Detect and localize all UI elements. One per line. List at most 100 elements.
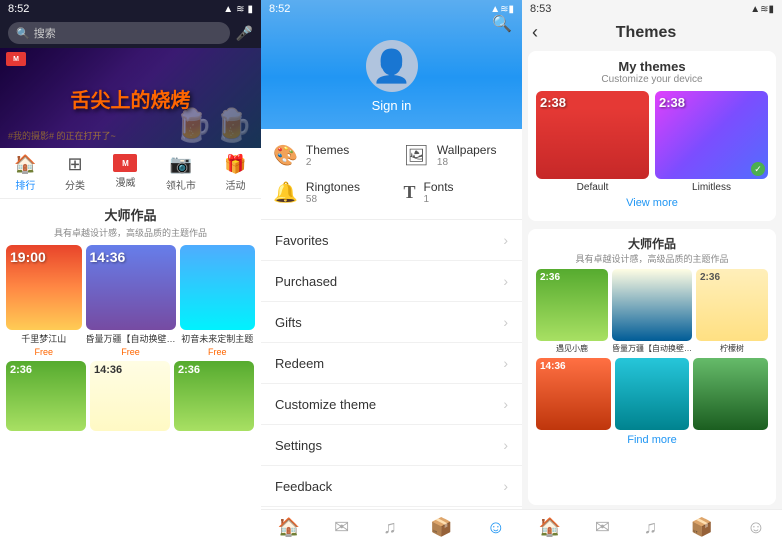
p2-wallpapers-count: 18	[437, 157, 497, 168]
p2-fonts-text: Fonts 1	[424, 180, 454, 205]
p3-header: ‹ Themes	[522, 18, 782, 47]
p2-feedback-arrow: ›	[503, 478, 508, 494]
p1-battery-icon: ▮	[247, 4, 253, 15]
p1-themes-grid2: 2:36 14:36 2:36	[0, 357, 261, 435]
p3-time: 8:53	[530, 3, 551, 15]
p3-master-time-3: 14:36	[540, 361, 566, 372]
p1-marvel-icon: M	[113, 154, 137, 172]
p1-theme-img-1: 14:36	[86, 245, 176, 330]
p1-theme-img-0: 19:00	[6, 245, 82, 330]
p2-purchased-label: Purchased	[275, 274, 337, 289]
p2-ringtones-item[interactable]: 🔔 Ringtones 58	[261, 174, 392, 211]
p1-ranking-icon: 🏠	[14, 154, 36, 175]
p1-store-icon: 📷	[170, 154, 192, 175]
p1-nav-activity[interactable]: 🎁 活动	[224, 154, 246, 192]
p2-menu-settings[interactable]: Settings ›	[261, 425, 522, 466]
p3-mythemes-section: My themes Customize your device 2:38 Def…	[528, 51, 776, 221]
p3-master-card-1[interactable]: 昏量万疆【自动换壁…	[612, 269, 692, 354]
p3-default-time: 2:38	[540, 95, 566, 110]
p2-menu-purchased[interactable]: Purchased ›	[261, 261, 522, 302]
panel-3: 8:53 ▲≋▮ ‹ Themes My themes Customize yo…	[522, 0, 782, 545]
p2-nav-home-icon[interactable]: 🏠	[278, 517, 300, 538]
p1-banner[interactable]: 舌尖上的烧烤 #我的摄影# 的正在打开了~ 🍺🍺 M	[0, 48, 261, 148]
p3-master-preview-5	[693, 358, 768, 430]
p1-nav-store[interactable]: 📷 领礼市	[166, 154, 196, 192]
p1-theme-card-0[interactable]: 19:00 千里梦江山 Free	[6, 245, 82, 357]
p2-customize-arrow: ›	[503, 396, 508, 412]
p3-nav-profile-icon[interactable]: ☺	[747, 517, 765, 538]
p1-mic-icon[interactable]: 🎤	[236, 25, 253, 42]
p2-avatar: 👤	[366, 40, 418, 92]
p3-limitless-name: Limitless	[692, 182, 731, 193]
p2-signin-button[interactable]: Sign in	[372, 98, 412, 113]
p1-nav-ranking[interactable]: 🏠 排行	[14, 154, 36, 192]
p2-wallpapers-item[interactable]: 🖼 Wallpapers 18	[392, 137, 523, 174]
p1-theme-time-1: 14:36	[90, 249, 126, 265]
p2-menu-gifts[interactable]: Gifts ›	[261, 302, 522, 343]
p3-master-card-2[interactable]: 2:36 柠檬树	[696, 269, 768, 354]
p1-theme-card-1[interactable]: 14:36 昏量万疆【自动换壁… Free	[86, 245, 176, 357]
p3-master-card-5[interactable]	[693, 358, 768, 430]
p2-wallpapers-icon: 🖼	[404, 143, 429, 168]
p2-status-icons: ▲≋▮	[490, 4, 514, 15]
p2-header: 8:52 ▲≋▮ 🔍 👤 Sign in	[261, 0, 522, 129]
p2-menu-favorites[interactable]: Favorites ›	[261, 220, 522, 261]
p1-store-label: 领礼市	[166, 177, 196, 192]
p2-menu-redeem[interactable]: Redeem ›	[261, 343, 522, 384]
panel-2: 8:52 ▲≋▮ 🔍 👤 Sign in 🎨 Themes 2 🖼 Wallpa…	[261, 0, 522, 545]
p2-themes-item[interactable]: 🎨 Themes 2	[261, 137, 392, 174]
p1-theme-time-0: 19:00	[10, 249, 46, 265]
p1-search-input[interactable]: 🔍 搜索	[8, 22, 230, 44]
p1-theme-sm-2[interactable]: 2:36	[174, 361, 254, 431]
p3-master-card-3[interactable]: 14:36	[536, 358, 611, 430]
p2-avatar-person-icon: 👤	[372, 47, 412, 85]
p3-master-card-4[interactable]	[615, 358, 690, 430]
p1-sm-time-1: 14:36	[94, 364, 122, 376]
p1-theme-name-1: 昏量万疆【自动换壁…	[86, 332, 176, 345]
p1-theme-price-2: Free	[180, 347, 256, 357]
p2-redeem-arrow: ›	[503, 355, 508, 371]
p1-category-label: 分类	[65, 177, 85, 192]
p2-menu-feedback[interactable]: Feedback ›	[261, 466, 522, 507]
p2-nav-profile-icon[interactable]: ☺	[487, 517, 505, 538]
p3-theme-card-limitless[interactable]: 2:38 ✓ Limitless	[655, 91, 768, 193]
p3-page-title: Themes	[546, 24, 746, 42]
p3-find-more-button[interactable]: Find more	[536, 430, 768, 450]
p2-themes-count: 2	[306, 157, 349, 168]
p3-back-button[interactable]: ‹	[532, 22, 538, 43]
p3-master-grid: 2:36 遇见小鹿 昏量万疆【自动换壁… 2:36 柠檬树	[536, 269, 768, 354]
p3-nav-music-icon[interactable]: ♫	[644, 517, 658, 538]
p3-nav-store-icon[interactable]: 📦	[691, 517, 713, 538]
p1-sm-time-2: 2:36	[178, 364, 200, 376]
p3-master-grid2: 14:36	[536, 358, 768, 430]
p3-master-card-0[interactable]: 2:36 遇见小鹿	[536, 269, 608, 354]
p3-master-section: 大师作品 具有卓越设计感，高级品质的主题作品 2:36 遇见小鹿 昏量万疆【自动…	[528, 229, 776, 505]
p2-bottom-nav: 🏠 ✉ ♫ 📦 ☺	[261, 509, 522, 545]
p3-nav-home-icon[interactable]: 🏠	[539, 517, 561, 538]
p1-nav-category[interactable]: ⊞ 分类	[65, 154, 85, 192]
p2-nav-music-icon[interactable]: ♫	[383, 517, 397, 538]
p2-statusbar: 8:52 ▲≋▮	[261, 0, 522, 18]
p3-theme-card-default[interactable]: 2:38 Default	[536, 91, 649, 193]
p1-theme-sm-0[interactable]: 2:36	[6, 361, 86, 431]
p3-nav-mail-icon[interactable]: ✉	[595, 517, 610, 538]
p3-mythemes-grid: 2:38 Default 2:38 ✓ Limitless	[536, 91, 768, 193]
p1-search-bar-container: 🔍 搜索 🎤	[0, 18, 261, 48]
p1-marvel-badge: M	[6, 52, 26, 66]
p3-view-more-button[interactable]: View more	[536, 193, 768, 213]
p2-fonts-item[interactable]: T Fonts 1	[392, 174, 523, 211]
p1-activity-icon: 🎁	[224, 154, 246, 175]
panel-1: 8:52 ▲ ≋ ▮ 🔍 搜索 🎤 舌尖上的烧烤 #我的摄影# 的正在打开了~ …	[0, 0, 261, 545]
p2-search-icon[interactable]: 🔍	[492, 14, 512, 34]
p3-master-preview-0: 2:36	[536, 269, 608, 341]
p3-limitless-preview: 2:38 ✓	[655, 91, 768, 179]
p2-purchased-arrow: ›	[503, 273, 508, 289]
p1-theme-card-2[interactable]: 初音未来定制主题 Free	[180, 245, 256, 357]
p1-category-icon: ⊞	[68, 154, 83, 175]
p2-menu-list: Favorites › Purchased › Gifts › Redeem ›…	[261, 220, 522, 509]
p2-menu-customize[interactable]: Customize theme ›	[261, 384, 522, 425]
p1-nav-marvel[interactable]: M 漫威	[113, 154, 137, 192]
p1-theme-sm-1[interactable]: 14:36	[90, 361, 170, 431]
p2-nav-mail-icon[interactable]: ✉	[334, 517, 349, 538]
p2-nav-store-icon[interactable]: 📦	[430, 517, 452, 538]
